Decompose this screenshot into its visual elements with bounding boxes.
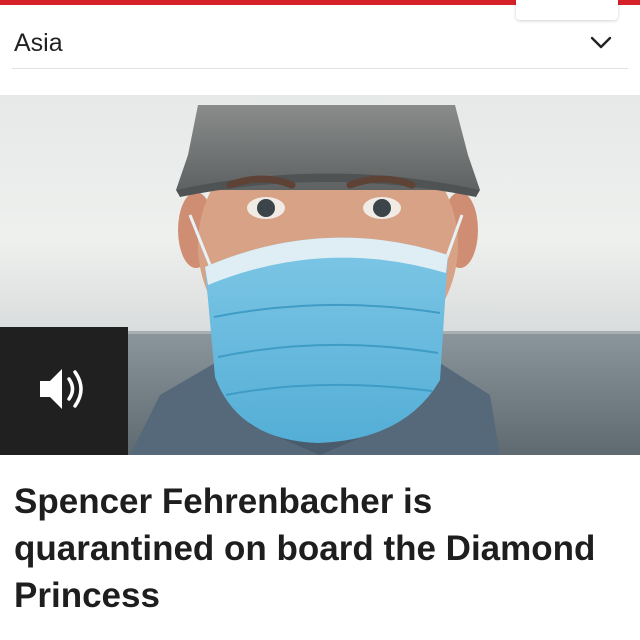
chevron-down-icon[interactable]: [588, 30, 614, 56]
floating-menu-card[interactable]: [516, 0, 618, 20]
news-article-page: Asia Spencer Fehrenbacher is quarantined…: [0, 0, 640, 640]
audio-toggle-button[interactable]: [0, 327, 128, 455]
article-headline[interactable]: Spencer Fehrenbacher is quarantined on b…: [14, 478, 626, 619]
section-title: Asia: [14, 28, 63, 57]
speaker-volume-icon: [36, 363, 92, 420]
section-selector[interactable]: Asia: [12, 18, 628, 69]
